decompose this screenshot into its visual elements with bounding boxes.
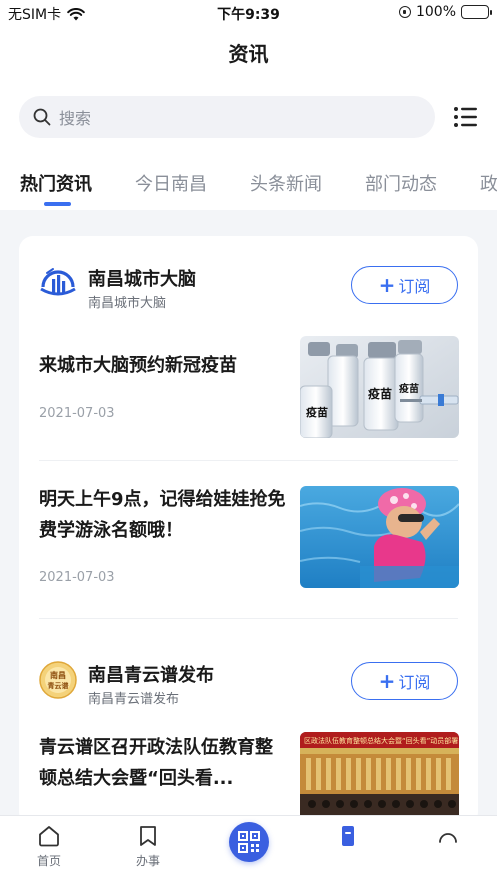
profile-icon (439, 833, 457, 843)
swimming-child-image (300, 486, 459, 588)
category-tabs: 热门资讯 今日南昌 头条新闻 部门动态 政 (0, 158, 497, 210)
tab-home[interactable]: 首页 (9, 824, 89, 869)
page-title: 资讯 (228, 42, 269, 66)
qr-code-icon (238, 831, 260, 853)
tab-department-news[interactable]: 部门动态 (365, 170, 437, 196)
qr-code-button[interactable] (229, 822, 269, 862)
tab-headlines[interactable]: 头条新闻 (250, 170, 322, 196)
conference-image: 区政法队伍教育整顿总结大会暨“回头看”动员部署 (300, 732, 459, 826)
article-date: 2021-07-03 (39, 570, 115, 585)
city-brain-logo-icon (40, 268, 76, 296)
banner-text: 区政法队伍教育整顿总结大会暨“回头看”动员部署 (304, 736, 458, 745)
tab-label: 首页 (36, 854, 61, 868)
source-name: 南昌青云谱发布 (88, 665, 214, 686)
vial-label: 疫苗 (306, 405, 328, 419)
active-tab-indicator (44, 202, 71, 206)
list-menu-icon[interactable] (453, 104, 479, 130)
svg-text:青云谱: 青云谱 (48, 681, 69, 690)
search-icon (33, 108, 51, 126)
bookmark-icon (140, 826, 156, 846)
subscribe-label: 订阅 (398, 673, 431, 692)
vial-label: 疫苗 (368, 386, 392, 401)
tab-news[interactable] (308, 824, 388, 848)
vaccine-vials-image: 疫苗 疫苗 疫苗 (300, 336, 459, 438)
tab-label: 办事 (135, 854, 160, 868)
article-item[interactable]: 青云谱区召开政法队伍教育整顿总结大会暨“回头看... 区政法队伍教育整顿总结大会… (19, 732, 478, 826)
article-title: 明天上午9点，记得给娃娃抢免费学游泳名额哦！ (39, 489, 286, 541)
source-name: 南昌城市大脑 (88, 269, 196, 290)
search-placeholder: 搜索 (59, 109, 92, 128)
battery-percent: 100% (415, 4, 456, 20)
article-title: 来城市大脑预约新冠疫苗 (39, 355, 237, 376)
battery-icon (461, 5, 492, 19)
divider (39, 618, 458, 619)
tab-today-nanchang[interactable]: 今日南昌 (135, 170, 207, 196)
status-bar: 无SIM卡 下午9:39 100% (0, 0, 497, 26)
divider (39, 460, 458, 461)
home-icon (39, 826, 59, 847)
source-header[interactable]: 南昌 青云谱 南昌青云谱发布 南昌青云谱发布 + 订阅 (19, 648, 478, 718)
subscribe-button[interactable]: + 订阅 (351, 266, 458, 304)
plus-icon: + (378, 273, 396, 297)
subscribe-label: 订阅 (398, 277, 431, 296)
subscribe-button[interactable]: + 订阅 (351, 662, 458, 700)
qingyunpu-logo-icon: 南昌 青云谱 (39, 661, 77, 699)
plus-icon: + (378, 669, 396, 693)
vial-label: 疫苗 (399, 382, 419, 395)
search-input[interactable]: 搜索 (19, 96, 435, 138)
tab-services[interactable]: 办事 (108, 824, 188, 869)
article-title: 青云谱区召开政法队伍教育整顿总结大会暨“回头看... (39, 737, 273, 789)
tab-profile[interactable] (408, 824, 488, 848)
article-item[interactable]: 来城市大脑预约新冠疫苗 2021-07-03 疫苗 疫苗 疫苗 (19, 336, 478, 440)
news-icon (342, 826, 354, 846)
news-card: 南昌城市大脑 南昌城市大脑 + 订阅 来城市大脑预约新冠疫苗 2021-07-0… (19, 236, 478, 826)
source-header[interactable]: 南昌城市大脑 南昌城市大脑 + 订阅 (19, 252, 478, 322)
source-subtitle: 南昌城市大脑 (88, 296, 167, 311)
tab-hot-news[interactable]: 热门资讯 (20, 170, 92, 196)
tab-politics[interactable]: 政 (480, 170, 497, 196)
article-date: 2021-07-03 (39, 406, 115, 421)
orientation-lock-icon (398, 6, 411, 18)
article-item[interactable]: 明天上午9点，记得给娃娃抢免费学游泳名额哦！ 2021-07-03 (19, 486, 478, 590)
source-subtitle: 南昌青云谱发布 (88, 692, 180, 707)
svg-text:南昌: 南昌 (50, 670, 66, 680)
